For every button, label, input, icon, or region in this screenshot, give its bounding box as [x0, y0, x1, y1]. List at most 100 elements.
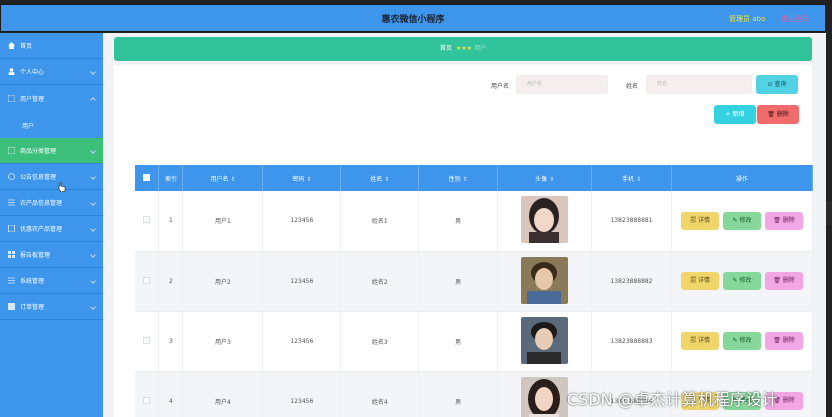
column-header-label: 用户名: [210, 175, 229, 183]
edit-button[interactable]: ✎ 修改: [723, 211, 762, 230]
cell-phone: 13823888882: [591, 251, 673, 311]
username-input[interactable]: 用户名: [516, 75, 608, 94]
chevron-down-icon: [90, 174, 96, 180]
cell-name: 姓名2: [340, 251, 420, 311]
column-header-label: 性别: [448, 175, 461, 183]
main-content: 首页 ★★★ 用户 用户名 用户名 姓名 姓名 ⊙ 查询 + 新增 🗑 删除 索引 …: [103, 33, 826, 417]
sidebar-item-label: 农产品信息管理: [20, 200, 63, 207]
select-all-checkbox[interactable]: [135, 165, 160, 191]
sidebar-item-users[interactable]: 用户管理: [0, 85, 103, 111]
cell-gender: 男: [418, 371, 499, 417]
table-row: 2 用户2 123456 姓名2 男 13823888882 🗐 详情 ✎ 修改 🗑…: [135, 251, 813, 311]
chevron-down-icon: [90, 252, 96, 258]
cell-username: 用户2: [182, 251, 264, 311]
column-header-label: 头像: [535, 175, 548, 183]
edit-button[interactable]: ✎ 修改: [723, 332, 762, 350]
column-header-name[interactable]: 姓名 ⇕: [340, 165, 420, 191]
edit-button[interactable]: ✎ 修改: [723, 272, 762, 290]
sort-icon[interactable]: ⇕: [549, 176, 554, 183]
sidebar-item-label: 公告信息管理: [20, 174, 57, 181]
column-header-avatar[interactable]: 头像 ⇕: [497, 165, 593, 191]
sidebar: 首页 个人中心 用户管理 用户 商品分类管理 公告信息管理 农产品信息管理 优惠…: [0, 33, 103, 417]
row-delete-button[interactable]: 🗑 删除: [765, 332, 804, 350]
breadcrumb-home[interactable]: 首页: [440, 45, 452, 52]
cell-username: 用户1: [182, 191, 264, 251]
column-header-gender[interactable]: 性别 ⇕: [418, 165, 499, 191]
avatar: [521, 376, 569, 417]
scrollbar-handle[interactable]: [826, 201, 832, 225]
row-checkbox[interactable]: [143, 216, 151, 224]
sidebar-item-label: 首页: [20, 43, 33, 50]
user-icon: [8, 68, 15, 75]
cell-gender: 男: [418, 251, 499, 311]
cell-gender: 男: [418, 311, 499, 371]
sort-icon[interactable]: ⇕: [306, 176, 311, 183]
sidebar-item-reports[interactable]: 报告板管理: [0, 242, 103, 268]
user-table: 索引 用户名 ⇕ 密码 ⇕ 姓名 ⇕ 性别 ⇕ 头像 ⇕ 手机 ⇕ 操作 1 用户1 123…: [135, 165, 813, 417]
search-button[interactable]: ⊙ 查询: [756, 75, 798, 94]
content-panel: 用户名 用户名 姓名 姓名 ⊙ 查询 + 新增 🗑 删除 索引 用户名 ⇕ 密码 ⇕…: [114, 65, 813, 417]
column-header: 索引: [158, 165, 184, 191]
click-highlight-icon: [603, 136, 626, 159]
breadcrumb: 首页 ★★★ 用户: [114, 37, 812, 61]
column-header-phone[interactable]: 手机 ⇕: [591, 165, 673, 191]
avatar: [521, 256, 569, 304]
cell-password: 123456: [262, 371, 342, 417]
cell-index: 2: [158, 251, 184, 311]
sidebar-item-discounts[interactable]: 优惠农产品管理: [0, 216, 103, 242]
name-label: 姓名: [626, 83, 639, 90]
sidebar-item-orders[interactable]: 订单管理: [0, 294, 103, 320]
doc-icon: [8, 224, 15, 233]
sidebar-item-label: 优惠农产品管理: [20, 226, 63, 233]
sidebar-item-system[interactable]: 系统管理: [0, 268, 103, 294]
chevron-down-icon: [90, 148, 96, 154]
top-bar: 惠农微信小程序 管理员 abo 退出登录: [0, 4, 826, 32]
sidebar-subitem-users[interactable]: 用户: [0, 114, 103, 136]
table-header-row: 索引 用户名 ⇕ 密码 ⇕ 姓名 ⇕ 性别 ⇕ 头像 ⇕ 手机 ⇕ 操作: [135, 165, 813, 191]
name-input[interactable]: 姓名: [646, 75, 752, 94]
row-delete-button[interactable]: 🗑 删除: [765, 272, 804, 290]
column-header-password[interactable]: 密码 ⇕: [262, 165, 342, 191]
sidebar-item-home[interactable]: 首页: [0, 33, 103, 59]
cell-password: 123456: [262, 191, 342, 251]
column-header-label: 密码: [292, 175, 305, 183]
cell-password: 123456: [262, 311, 342, 371]
sort-icon[interactable]: ⇕: [636, 176, 641, 183]
chevron-down-icon: [90, 200, 96, 206]
username-label: 用户名: [491, 83, 510, 90]
hand-cursor-icon: [58, 182, 66, 192]
detail-button[interactable]: 🗐 详情: [681, 211, 720, 230]
sort-icon[interactable]: ⇕: [384, 176, 389, 183]
column-header: 操作: [671, 165, 813, 191]
detail-button[interactable]: 🗐 详情: [681, 332, 720, 350]
cell-password: 123456: [262, 251, 342, 311]
row-checkbox[interactable]: [143, 396, 151, 404]
logout-link[interactable]: 退出登录: [781, 14, 809, 24]
sort-icon[interactable]: ⇕: [463, 176, 468, 183]
row-checkbox[interactable]: [143, 336, 151, 344]
grid-icon: [8, 251, 15, 258]
sidebar-item-label: 个人中心: [20, 69, 45, 76]
sidebar-item-notices[interactable]: 公告信息管理: [0, 164, 103, 190]
sidebar-item-products[interactable]: 农产品信息管理: [0, 190, 103, 216]
column-header-label: 姓名: [370, 175, 383, 183]
column-header-username[interactable]: 用户名 ⇕: [182, 165, 264, 191]
sort-icon[interactable]: ⇕: [230, 176, 235, 183]
sidebar-item-label: 系统管理: [20, 278, 45, 285]
sidebar-item-profile[interactable]: 个人中心: [0, 59, 103, 85]
chevron-down-icon: [90, 278, 96, 284]
detail-button[interactable]: 🗐 详情: [681, 272, 720, 290]
delete-button[interactable]: 🗑 删除: [757, 105, 799, 124]
row-checkbox[interactable]: [143, 276, 151, 284]
cell-index: 1: [158, 191, 184, 251]
cell-name: 姓名4: [340, 371, 420, 417]
grid-icon: [8, 303, 15, 310]
list-icon: [7, 94, 16, 102]
add-button[interactable]: + 新增: [714, 105, 756, 124]
sidebar-item-categories[interactable]: 商品分类管理: [0, 138, 103, 164]
cell-index: 4: [158, 371, 184, 417]
row-delete-button[interactable]: 🗑 删除: [765, 211, 804, 230]
app-title: 惠农微信小程序: [381, 15, 445, 25]
sidebar-item-label: 用户管理: [20, 95, 45, 103]
cell-phone: 13823888883: [591, 311, 673, 371]
